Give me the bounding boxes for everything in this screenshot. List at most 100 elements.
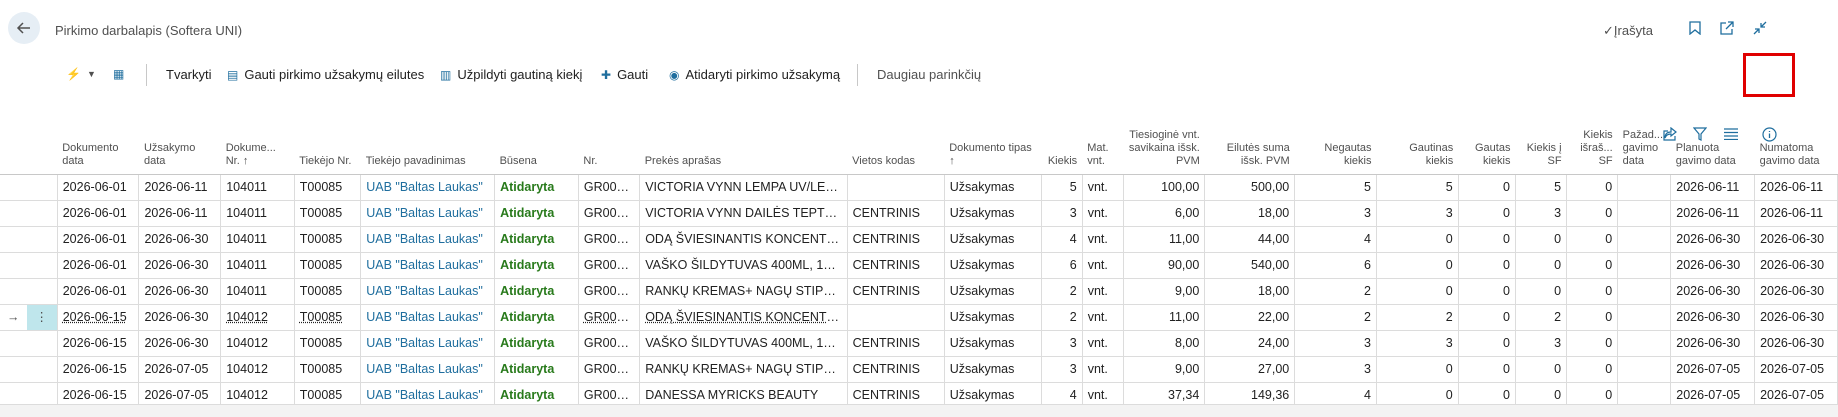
actions-dropdown-button[interactable]: ⚡ ▼	[66, 67, 96, 81]
cell-text: 104011	[226, 180, 268, 194]
table-cell[interactable]: UAB "Baltas Laukas"	[360, 330, 496, 357]
table-row[interactable]: 2026-06-01 2026-06-11 104011 T00085 UAB "Bal…	[0, 174, 1838, 201]
table-cell: 500,00	[1204, 174, 1296, 201]
table-cell[interactable]: GR00004	[578, 252, 641, 279]
table-cell[interactable]: UAB "Baltas Laukas"	[360, 226, 496, 253]
col-header[interactable]: Tiesioginė vnt. savikaina išsk. PVM	[1123, 100, 1205, 175]
col-header[interactable]: Kiekis į SF	[1515, 100, 1567, 175]
table-cell[interactable]: 2026-06-01	[56, 278, 140, 305]
bookmark-icon[interactable]	[1686, 19, 1704, 37]
table-cell[interactable]: UAB "Baltas Laukas"	[360, 174, 496, 201]
more-options-button[interactable]: Daugiau parinkčių	[877, 67, 981, 82]
col-header[interactable]: Dokumento data	[57, 100, 139, 175]
table-cell[interactable]: GR00005	[578, 356, 641, 383]
col-header[interactable]: Kiekis	[1041, 100, 1083, 175]
open-purchase-order-button[interactable]: ◉ Atidaryti pirkimo užsakymą	[669, 67, 840, 82]
table-cell[interactable]: T00085	[294, 330, 362, 357]
table-cell[interactable]: UAB "Baltas Laukas"	[360, 200, 496, 227]
table-cell[interactable]: 2026-06-15	[56, 356, 140, 383]
table-cell: Atidaryta	[494, 252, 579, 279]
table-row[interactable]: 2026-06-01 2026-06-30 104011 T00085 UAB "Bal…	[0, 252, 1838, 279]
table-row[interactable]: 2026-06-01 2026-06-30 104011 T00085 UAB "Bal…	[0, 278, 1838, 305]
cell-text: 0	[1605, 388, 1613, 402]
table-row[interactable]: → ⋮ 2026-06-15 2026-06-30 104012 T00085 UAB "B…	[0, 304, 1838, 331]
table-cell[interactable]: 104011	[220, 226, 295, 253]
cell-text: GR00001	[583, 180, 638, 194]
edit-button[interactable]: Tvarkyti	[166, 67, 212, 82]
table-cell[interactable]: 2026-06-01	[56, 226, 140, 253]
fill-icon: ▥	[440, 67, 452, 82]
table-cell[interactable]: UAB "Baltas Laukas"	[360, 252, 496, 279]
back-button[interactable]	[8, 12, 40, 44]
open-new-window-icon[interactable]	[1718, 19, 1736, 37]
table-cell[interactable]: T00085	[294, 252, 362, 279]
col-header[interactable]: Dokumento tipas ↑	[944, 100, 1042, 175]
table-cell[interactable]: 2026-06-01	[56, 252, 140, 279]
get-order-lines-button[interactable]: ▤ Gauti pirkimo užsakymų eilutes	[227, 67, 424, 82]
col-header[interactable]: Gautinas kiekis	[1376, 100, 1459, 175]
cell-text: 4	[1364, 232, 1371, 246]
table-cell[interactable]: T00085	[294, 304, 362, 331]
table-cell[interactable]: UAB "Baltas Laukas"	[360, 304, 496, 331]
col-header[interactable]: Vietos kodas	[847, 100, 945, 175]
table-cell[interactable]: UAB "Baltas Laukas"	[360, 278, 496, 305]
col-header[interactable]: Dokume... Nr. ↑	[220, 100, 295, 175]
col-header[interactable]: Užsakymo data	[138, 100, 221, 175]
col-header[interactable]: Tiekėjo Nr.	[294, 100, 361, 175]
col-header[interactable]: Negautas kiekis	[1294, 100, 1377, 175]
table-cell[interactable]: GR00003	[578, 304, 641, 331]
table-cell: 0	[1515, 226, 1568, 253]
table-view-button[interactable]: ▦	[113, 67, 124, 81]
table-cell[interactable]: GR00004	[578, 330, 641, 357]
table-cell[interactable]: 2026-06-01	[56, 174, 140, 201]
table-cell[interactable]: GR00005	[578, 278, 641, 305]
table-cell[interactable]: T00085	[294, 226, 362, 253]
table-cell[interactable]: T00085	[294, 174, 362, 201]
col-header[interactable]: Kiekis išraš... SF	[1566, 100, 1618, 175]
cell-text: Užsakymas	[949, 180, 1015, 194]
col-header[interactable]: Mat. vnt.	[1082, 100, 1124, 175]
table-cell[interactable]: GR00001	[578, 174, 641, 201]
table-cell[interactable]: T00085	[294, 200, 362, 227]
cell-text: 2026-06-30	[1676, 336, 1741, 350]
col-header[interactable]: Pažad... gavimo data	[1617, 100, 1671, 175]
table-row[interactable]: 2026-06-15 2026-07-05 104012 T00085 UAB "Bal…	[0, 356, 1838, 383]
collapse-icon[interactable]	[1751, 19, 1769, 37]
table-cell[interactable]: UAB "Baltas Laukas"	[360, 356, 496, 383]
fill-quantity-button[interactable]: ▥ Užpildyti gautiną kiekį	[440, 67, 582, 82]
table-cell[interactable]: 104011	[220, 252, 295, 279]
col-header[interactable]: Nr.	[578, 100, 640, 175]
table-cell[interactable]: T00085	[294, 278, 362, 305]
table-cell[interactable]: GR00002	[578, 200, 641, 227]
col-header[interactable]: Numatoma gavimo data	[1754, 100, 1838, 175]
table-cell[interactable]: 104012	[220, 330, 295, 357]
col-header[interactable]: Būsena	[494, 100, 579, 175]
table-cell[interactable]: 2026-06-15	[56, 330, 140, 357]
col-header[interactable]: Eilutės suma išsk. PVM	[1204, 100, 1295, 175]
cell-text: CENTRINIS	[852, 258, 921, 272]
table-cell[interactable]: 104011	[220, 200, 295, 227]
cell-text: GR00005	[583, 284, 638, 298]
cell-text: 2026-06-30	[1676, 284, 1741, 298]
table-cell[interactable]: 2026-06-01	[56, 200, 140, 227]
table-cell[interactable]: 104011	[220, 278, 295, 305]
table-row[interactable]: 2026-06-01 2026-06-30 104011 T00085 UAB "Bal…	[0, 226, 1838, 253]
row-menu-icon[interactable]: ⋮	[26, 304, 58, 331]
table-cell[interactable]: 2026-06-15	[56, 304, 140, 331]
table-row[interactable]: 2026-06-15 2026-06-30 104012 T00085 UAB "Bal…	[0, 330, 1838, 357]
table-row[interactable]: 2026-06-01 2026-06-11 104011 T00085 UAB "Bal…	[0, 200, 1838, 227]
table-cell[interactable]: T00085	[294, 356, 362, 383]
table-cell[interactable]: GR00003	[578, 226, 641, 253]
table-cell: 0	[1458, 252, 1516, 279]
receive-button[interactable]: ✚ Gauti	[601, 67, 648, 82]
table-cell[interactable]: 104012	[220, 356, 295, 383]
cell-text: vnt.	[1087, 388, 1108, 402]
table-cell[interactable]: 104011	[220, 174, 295, 201]
col-header[interactable]: Gautas kiekis	[1458, 100, 1516, 175]
col-header[interactable]: Prekės aprašas	[639, 100, 848, 175]
col-header[interactable]: Planuota gavimo data	[1670, 100, 1755, 175]
cell-text: Atidaryta	[500, 336, 555, 350]
col-header[interactable]: Tiekėjo pavadinimas	[360, 100, 495, 175]
cell-text: GR00006	[583, 388, 638, 402]
table-cell[interactable]: 104012	[220, 304, 295, 331]
